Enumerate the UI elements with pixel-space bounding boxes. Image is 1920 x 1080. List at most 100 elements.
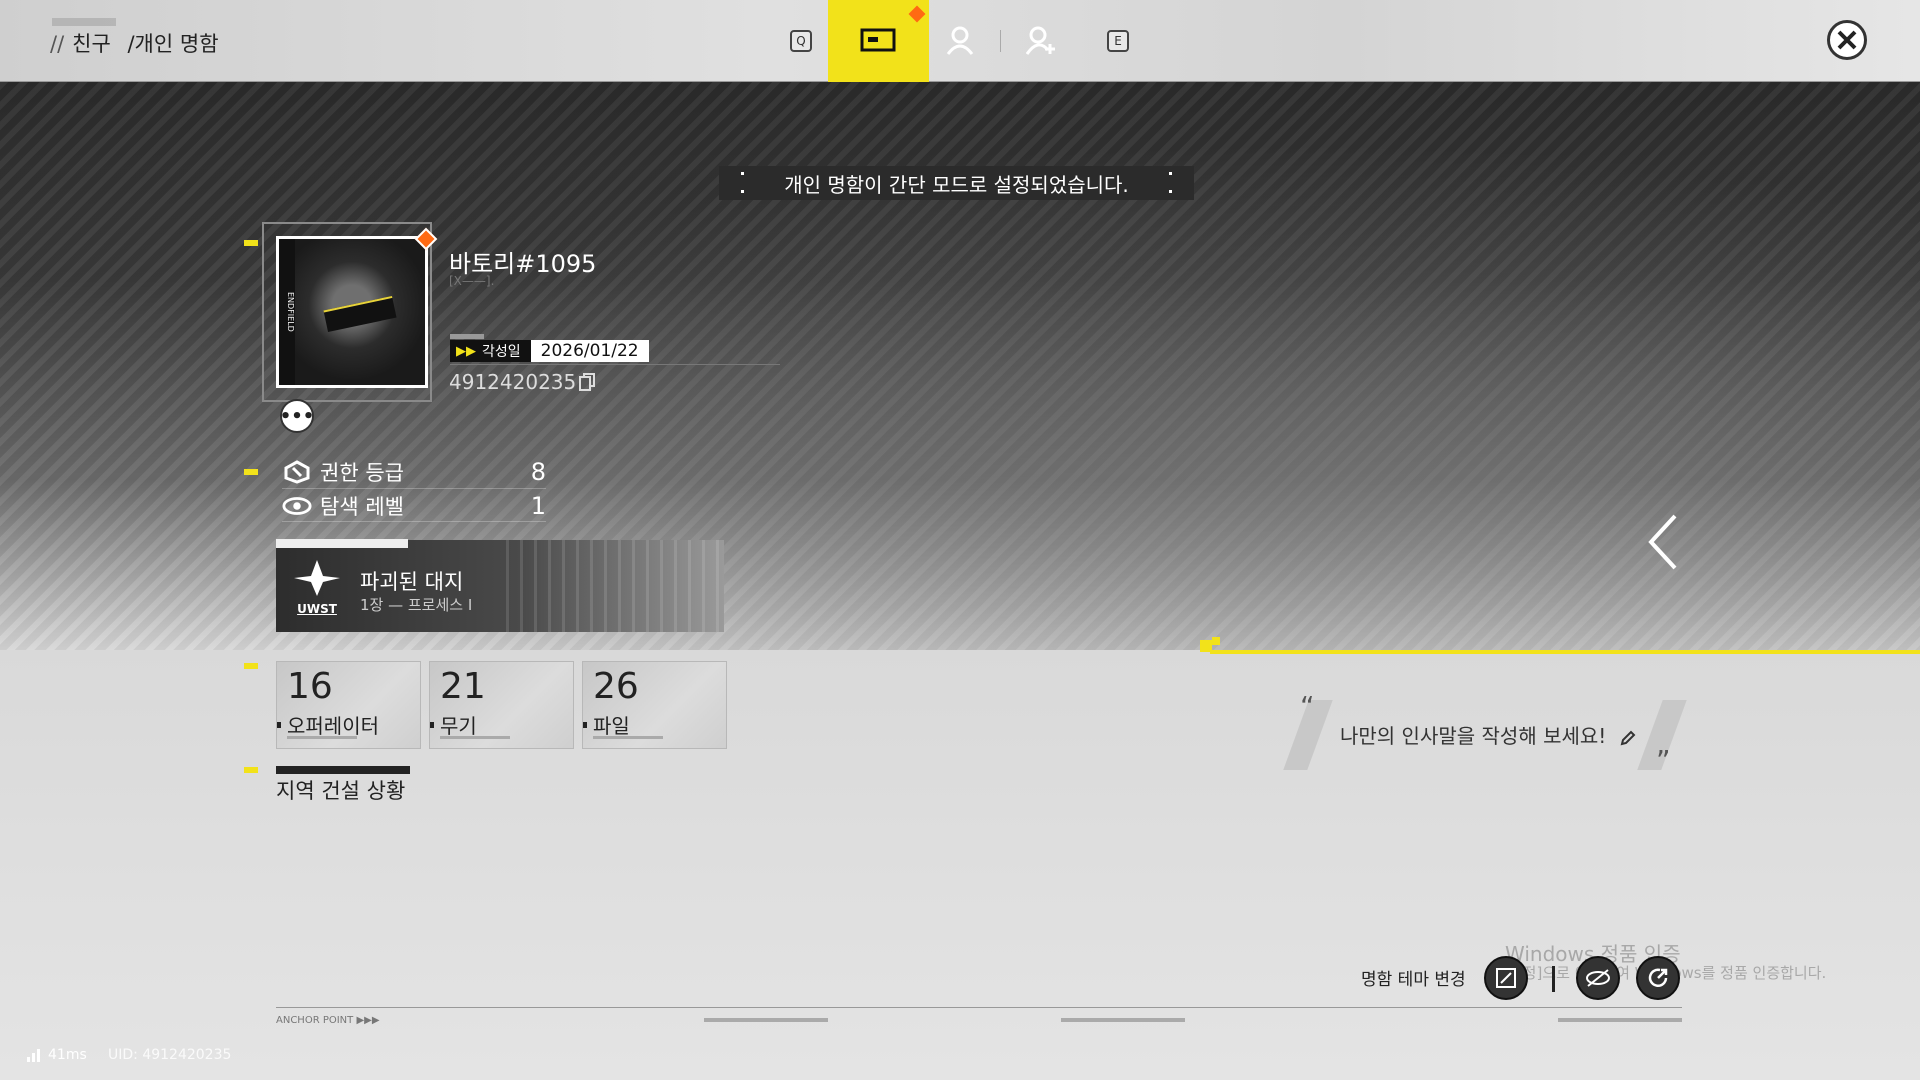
theme-change-button[interactable] bbox=[1484, 956, 1528, 1000]
greeting-text: 나만의 인사말을 작성해 보세요! bbox=[1340, 724, 1607, 748]
stat-value: 1 bbox=[530, 492, 546, 520]
footer-uid: UID: 4912420235 bbox=[108, 1047, 232, 1063]
card-count: 21 bbox=[440, 666, 486, 707]
awakening-tag bbox=[450, 334, 484, 339]
mission-title: 파괴된 대지 bbox=[360, 570, 464, 594]
avatar-visor bbox=[323, 295, 397, 333]
authority-icon bbox=[282, 459, 312, 485]
greeting-field[interactable]: 나만의 인사말을 작성해 보세요! bbox=[1340, 720, 1637, 749]
card-label: 오퍼레이터 bbox=[287, 714, 379, 738]
footer-deco bbox=[1558, 1018, 1682, 1022]
card-label: 파일 bbox=[593, 714, 630, 738]
files-card[interactable]: 26 파일 bbox=[582, 661, 727, 749]
stat-label: 탐색 레벨 bbox=[320, 495, 404, 519]
visibility-toggle-button[interactable] bbox=[1576, 956, 1620, 1000]
weapons-card[interactable]: 21 무기 bbox=[429, 661, 574, 749]
tab-key-e[interactable]: E bbox=[1107, 30, 1129, 52]
ellipsis-icon: ••• bbox=[279, 405, 315, 427]
section-marker bbox=[244, 767, 258, 773]
card-dash bbox=[440, 736, 510, 739]
ping-value: 41ms bbox=[48, 1047, 87, 1063]
card-tick bbox=[583, 722, 587, 728]
share-arrow-icon bbox=[1648, 968, 1668, 987]
stat-divider bbox=[282, 488, 546, 489]
accent-node bbox=[1212, 637, 1220, 645]
stat-label: 권한 등급 bbox=[320, 461, 404, 485]
accent-line bbox=[1210, 650, 1920, 654]
region-construction-status[interactable]: 지역 건설 상황 bbox=[276, 775, 405, 805]
breadcrumb-card: /개인 명함 bbox=[127, 32, 219, 56]
player-title: [X——]. bbox=[449, 274, 495, 288]
breadcrumb-prefix: // bbox=[50, 32, 65, 56]
close-icon bbox=[1837, 30, 1857, 50]
card-tick bbox=[430, 722, 434, 728]
divider bbox=[450, 364, 780, 365]
triple-arrow-icon: ▶▶▶ bbox=[356, 1015, 380, 1026]
quote-close-icon: ” bbox=[1656, 744, 1671, 777]
region-tag bbox=[276, 766, 410, 774]
notification-diamond-icon bbox=[908, 5, 926, 23]
simple-mode-notice: 개인 명함이 간단 모드로 설정되었습니다. bbox=[719, 166, 1194, 200]
tab-divider bbox=[1000, 30, 1001, 52]
quote-open-icon: “ bbox=[1300, 690, 1315, 723]
card-count: 16 bbox=[287, 666, 333, 707]
tab-key-q[interactable]: Q bbox=[790, 30, 812, 52]
anchor-text: ANCHOR POINT bbox=[276, 1015, 354, 1026]
awakening-date: 2026/01/22 bbox=[530, 340, 649, 362]
awakening-label-text: 각성일 bbox=[482, 344, 521, 360]
network-ping: 41ms bbox=[26, 1047, 87, 1063]
breadcrumb: // 친구 /개인 명함 bbox=[50, 28, 219, 58]
operators-card[interactable]: 16 오퍼레이터 bbox=[276, 661, 421, 749]
share-button[interactable] bbox=[1636, 956, 1680, 1000]
uwst-emblem-icon: UWST bbox=[290, 558, 344, 620]
card-icon bbox=[860, 28, 896, 52]
footer-line bbox=[276, 1007, 1682, 1008]
button-divider bbox=[1552, 966, 1555, 992]
section-marker bbox=[244, 240, 258, 246]
anchor-point: ANCHOR POINT ▶▶▶ bbox=[276, 1015, 380, 1026]
avatar[interactable]: ENDFIELD bbox=[276, 236, 428, 388]
add-friend-icon bbox=[1026, 26, 1055, 55]
footer-deco bbox=[704, 1018, 828, 1022]
signal-icon bbox=[27, 1049, 40, 1062]
card-dash bbox=[593, 736, 663, 739]
mission-subtitle: 1장 — 프로세스 I bbox=[360, 596, 473, 614]
stat-authority-level: 권한 등급 8 bbox=[282, 457, 546, 487]
card-label: 무기 bbox=[440, 714, 477, 738]
mission-tag bbox=[276, 539, 408, 548]
breadcrumb-friends[interactable]: 친구 bbox=[72, 32, 111, 56]
portrait-side-text: ENDFIELD bbox=[279, 239, 295, 385]
card-tick bbox=[277, 722, 281, 728]
footer-deco bbox=[1061, 1018, 1185, 1022]
card-count: 26 bbox=[593, 666, 639, 707]
player-uid: 4912420235 bbox=[449, 370, 577, 394]
awakening-label: ▶▶ 각성일 bbox=[450, 340, 531, 362]
notice-text: 개인 명함이 간단 모드로 설정되었습니다. bbox=[784, 172, 1129, 197]
more-options-button[interactable]: ••• bbox=[280, 399, 314, 433]
card-dash bbox=[287, 736, 357, 739]
tab-profile[interactable] bbox=[940, 10, 980, 72]
mission-art bbox=[506, 540, 724, 632]
theme-change-label: 명함 테마 변경 bbox=[1361, 970, 1466, 990]
eye-off-icon bbox=[1586, 969, 1610, 987]
stat-divider bbox=[282, 521, 546, 522]
chevron-left-icon[interactable] bbox=[1645, 512, 1681, 572]
mission-progress-card[interactable]: UWST 파괴된 대지 1장 — 프로세스 I bbox=[276, 540, 724, 632]
tab-add-friend[interactable] bbox=[1022, 10, 1062, 72]
tab-business-card[interactable] bbox=[828, 0, 929, 82]
section-marker bbox=[244, 469, 258, 475]
profile-icon bbox=[946, 26, 974, 55]
section-marker bbox=[244, 663, 258, 669]
close-button[interactable] bbox=[1827, 20, 1867, 60]
stat-value: 8 bbox=[530, 458, 546, 486]
double-arrow-icon: ▶▶ bbox=[456, 343, 476, 359]
edit-pencil-icon[interactable] bbox=[1619, 729, 1637, 747]
theme-edit-icon bbox=[1496, 968, 1516, 988]
awakening-date-row: ▶▶ 각성일 2026/01/22 bbox=[450, 340, 649, 362]
exploration-icon bbox=[282, 493, 312, 519]
stat-exploration-level: 탐색 레벨 1 bbox=[282, 491, 546, 521]
emblem-text: UWST bbox=[297, 602, 337, 616]
app-logo bbox=[52, 18, 116, 26]
copy-icon[interactable] bbox=[579, 373, 595, 391]
accent-node bbox=[1200, 640, 1212, 652]
